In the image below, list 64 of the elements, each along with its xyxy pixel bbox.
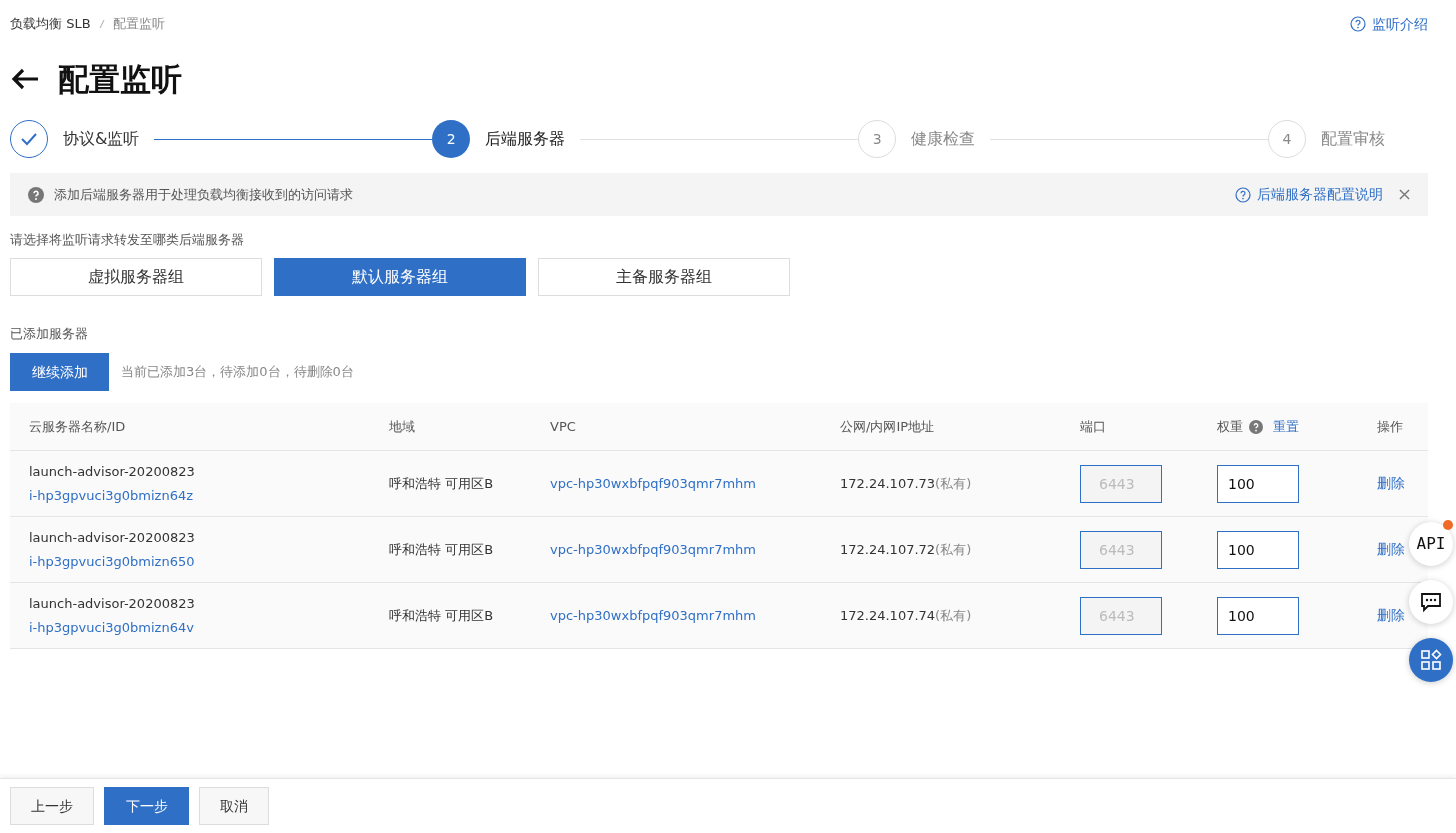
column-header: 云服务器名称/ID (29, 417, 127, 436)
column-header: 权重 (1217, 417, 1243, 436)
close-icon[interactable] (1399, 189, 1410, 200)
step-label: 后端服务器 (485, 128, 566, 150)
reset-link[interactable]: 重置 (1273, 416, 1299, 437)
server-name: launch-advisor-20200823 (29, 529, 196, 547)
notice-text: 添加后端服务器用于处理负载均衡接收到的访问请求 (54, 185, 353, 204)
apps-icon (1420, 649, 1442, 671)
server-name: launch-advisor-20200823 (29, 463, 196, 481)
help-link[interactable]: 后端服务器配置说明 (1235, 184, 1383, 205)
table-cell-text: 呼和浩特 可用区B (389, 474, 495, 493)
help-icon (1350, 16, 1366, 32)
breadcrumb-item[interactable]: 负载均衡 SLB (10, 14, 91, 34)
weight-field[interactable]: 100 (1217, 464, 1299, 503)
vpc-link[interactable]: vpc-hp30wxbfpqf903qmr7mhm (550, 473, 840, 494)
column-header: 操作 (1377, 417, 1404, 436)
ip-type: (私有) (935, 474, 972, 493)
weight-field[interactable]: 100 (1217, 530, 1299, 569)
breadcrumb-item: 配置监听 (112, 15, 165, 34)
instance-id-link[interactable]: i-hp3gpvuci3g0bmizn64z (29, 485, 389, 505)
vpc-link[interactable]: vpc-hp30wxbfpqf903qmr7mhm (550, 605, 840, 626)
instance-id-link[interactable]: i-hp3gpvuci3g0bmizn64v (29, 617, 389, 637)
chat-icon (1420, 591, 1442, 613)
page-title: 配置监听 (58, 59, 182, 99)
footer-button[interactable]: 上一步 (10, 787, 94, 825)
column-header: 端口 (1080, 417, 1107, 436)
weight-field[interactable]: 100 (1217, 596, 1299, 635)
next-button[interactable]: 下一步 (104, 787, 189, 825)
column-header: VPC (550, 417, 577, 436)
vpc-link[interactable]: vpc-hp30wxbfpqf903qmr7mhm (550, 539, 840, 560)
help-link[interactable]: 监听介绍 (1350, 13, 1428, 35)
server-group-tab[interactable]: 主备服务器组 (538, 257, 790, 296)
step-number: 2 (432, 120, 471, 158)
delete-link[interactable]: 删除 (1377, 605, 1405, 626)
ip-address: 172.24.107.74 (840, 606, 936, 625)
question-icon (1249, 419, 1263, 434)
step-label: 配置审核 (1321, 128, 1385, 150)
step-label: 健康检查 (911, 128, 976, 150)
chat-button[interactable] (1409, 580, 1453, 624)
footer-button[interactable]: 取消 (199, 787, 269, 825)
ip-type: (私有) (935, 606, 972, 625)
section-label: 已添加服务器 (10, 324, 89, 343)
add-button[interactable]: 继续添加 (10, 353, 109, 391)
column-header: 地域 (389, 417, 416, 436)
delete-link[interactable]: 删除 (1377, 473, 1405, 494)
server-group-tab[interactable]: 虚拟服务器组 (10, 257, 262, 296)
ip-type: (私有) (935, 540, 972, 559)
table-cell-text: 呼和浩特 可用区B (389, 540, 495, 559)
step-label: 协议&监听 (63, 128, 140, 150)
breadcrumb-separator (98, 19, 105, 29)
delete-link[interactable]: 删除 (1377, 539, 1405, 560)
help-icon (1235, 186, 1251, 203)
instance-id-link[interactable]: i-hp3gpvuci3g0bmizn650 (29, 551, 389, 571)
table-cell-text: 呼和浩特 可用区B (389, 606, 495, 625)
server-group-tab[interactable]: 默认服务器组 (274, 257, 526, 296)
section-label: 请选择将监听请求转发至哪类后端服务器 (10, 231, 245, 249)
back-arrow-icon[interactable] (10, 67, 40, 91)
column-header: 公网/内网IP地址 (840, 417, 936, 436)
question-icon (28, 186, 44, 203)
apps-button[interactable] (1409, 638, 1453, 682)
add-summary: 当前已添加3台，待添加0台，待删除0台 (121, 363, 354, 382)
server-name: launch-advisor-20200823 (29, 595, 196, 613)
ip-address: 172.24.107.72 (840, 540, 936, 559)
ip-address: 172.24.107.73 (840, 474, 936, 493)
